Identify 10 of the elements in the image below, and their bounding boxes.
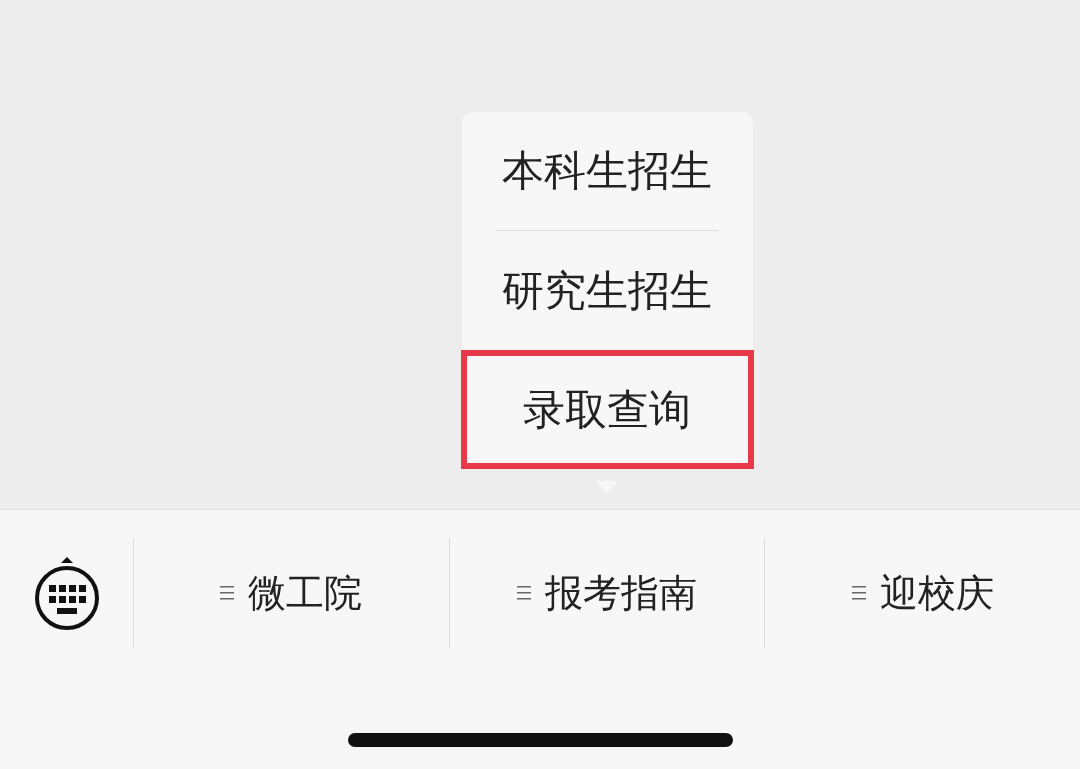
menu-item[interactable]: 研究生招生: [495, 231, 719, 350]
menu-item[interactable]: 录取查询: [460, 350, 754, 469]
menu-tab[interactable]: 迎校庆: [765, 538, 1080, 648]
menu-icon: [851, 585, 866, 601]
menu-tab[interactable]: 微工院: [134, 538, 450, 648]
keyboard-icon[interactable]: [33, 555, 100, 631]
menu-item[interactable]: 本科生招生: [495, 112, 719, 231]
menu-tab[interactable]: 报考指南: [449, 538, 766, 648]
menu-icon: [220, 585, 235, 601]
menu-icon: [517, 585, 531, 601]
